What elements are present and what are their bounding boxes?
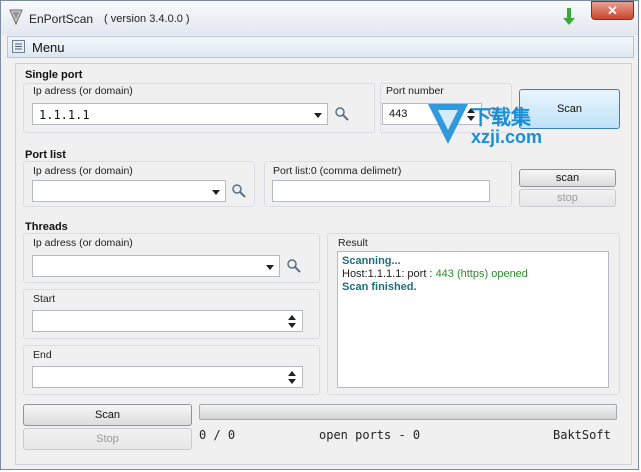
search-icon[interactable] xyxy=(286,258,302,274)
threads-ip-combo[interactable] xyxy=(32,255,280,277)
single-port-ip-label: Ip adress (or domain) xyxy=(33,85,133,97)
open-ports-count: open ports - 0 xyxy=(319,428,421,442)
brand-label: BaktSoft xyxy=(553,428,611,442)
menu-bar[interactable]: Menu xyxy=(7,36,634,58)
window-version: ( version 3.4.0.0 ) xyxy=(104,13,190,25)
port-list-stop-button[interactable]: stop xyxy=(519,189,616,207)
chevron-down-icon[interactable] xyxy=(314,113,322,118)
port-number-label: Port number xyxy=(386,85,444,97)
watermark-text-url: xzji.com xyxy=(471,127,543,147)
bottom-stop-button[interactable]: Stop xyxy=(23,428,192,450)
result-line: Host:1.1.1.1: port : 443 (https) opened xyxy=(342,268,528,280)
threads-start-label: Start xyxy=(33,293,56,305)
bottom-scan-button[interactable]: Scan xyxy=(23,404,192,426)
port-list-scan-button[interactable]: scan xyxy=(519,169,616,187)
threads-ip-label: Ip adress (or domain) xyxy=(33,237,133,249)
single-port-ip-value: 1.1.1.1 xyxy=(39,108,90,122)
scan-progress-bar xyxy=(199,404,617,420)
result-text: Scanning... xyxy=(342,255,401,267)
result-text: opened xyxy=(488,268,528,280)
threads-end-label: End xyxy=(33,349,52,361)
chevron-down-icon[interactable] xyxy=(212,190,220,195)
app-window: EnPortScan ( version 3.4.0.0 ) ✕ Menu Si… xyxy=(0,0,639,470)
result-log[interactable]: Scanning... Host:1.1.1.1: port : 443 (htt… xyxy=(337,251,609,388)
window-title: EnPortScan xyxy=(29,12,94,26)
spin-up-icon[interactable] xyxy=(288,371,296,376)
app-icon xyxy=(9,9,23,25)
result-text: Host:1.1.1.1: port : xyxy=(342,268,436,280)
result-line: Scan finished. xyxy=(342,281,417,293)
port-list-ip-label: Ip adress (or domain) xyxy=(33,165,133,177)
search-icon[interactable] xyxy=(231,183,247,199)
close-button[interactable]: ✕ xyxy=(591,1,634,20)
spin-down-icon[interactable] xyxy=(288,379,296,384)
menu-label[interactable]: Menu xyxy=(32,40,65,55)
threads-title: Threads xyxy=(25,221,68,233)
result-text: Scan finished. xyxy=(342,281,417,293)
menu-icon xyxy=(12,40,25,53)
chevron-down-icon[interactable] xyxy=(266,265,274,270)
port-list-ip-combo[interactable] xyxy=(32,180,226,202)
watermark-text-cn: 下载集 xyxy=(471,107,531,129)
threads-end-spinner[interactable] xyxy=(32,366,303,388)
result-line: Scanning... xyxy=(342,255,401,267)
single-port-scan-button[interactable]: Scan xyxy=(519,89,620,129)
port-list-label: Port list:0 (comma delimetr) xyxy=(273,165,402,177)
spin-up-icon[interactable] xyxy=(288,315,296,320)
single-port-title: Single port xyxy=(25,69,83,81)
download-arrow-icon[interactable] xyxy=(561,7,577,27)
scan-count: 0 / 0 xyxy=(199,428,236,442)
single-port-ip-combo[interactable]: 1.1.1.1 xyxy=(32,103,328,125)
spin-down-icon[interactable] xyxy=(288,323,296,328)
port-list-input[interactable] xyxy=(272,180,490,202)
main-panel: Single port Ip adress (or domain) 1.1.1.… xyxy=(15,63,632,465)
port-list-title: Port list xyxy=(25,149,66,161)
port-number-value: 443 xyxy=(389,108,408,120)
result-text: 443 (https) xyxy=(435,268,489,280)
search-icon[interactable] xyxy=(334,106,350,122)
result-label: Result xyxy=(338,237,368,249)
watermark-arrow-icon xyxy=(428,104,468,144)
threads-start-spinner[interactable] xyxy=(32,310,303,332)
title-bar[interactable]: EnPortScan ( version 3.4.0.0 ) ✕ xyxy=(1,1,638,35)
